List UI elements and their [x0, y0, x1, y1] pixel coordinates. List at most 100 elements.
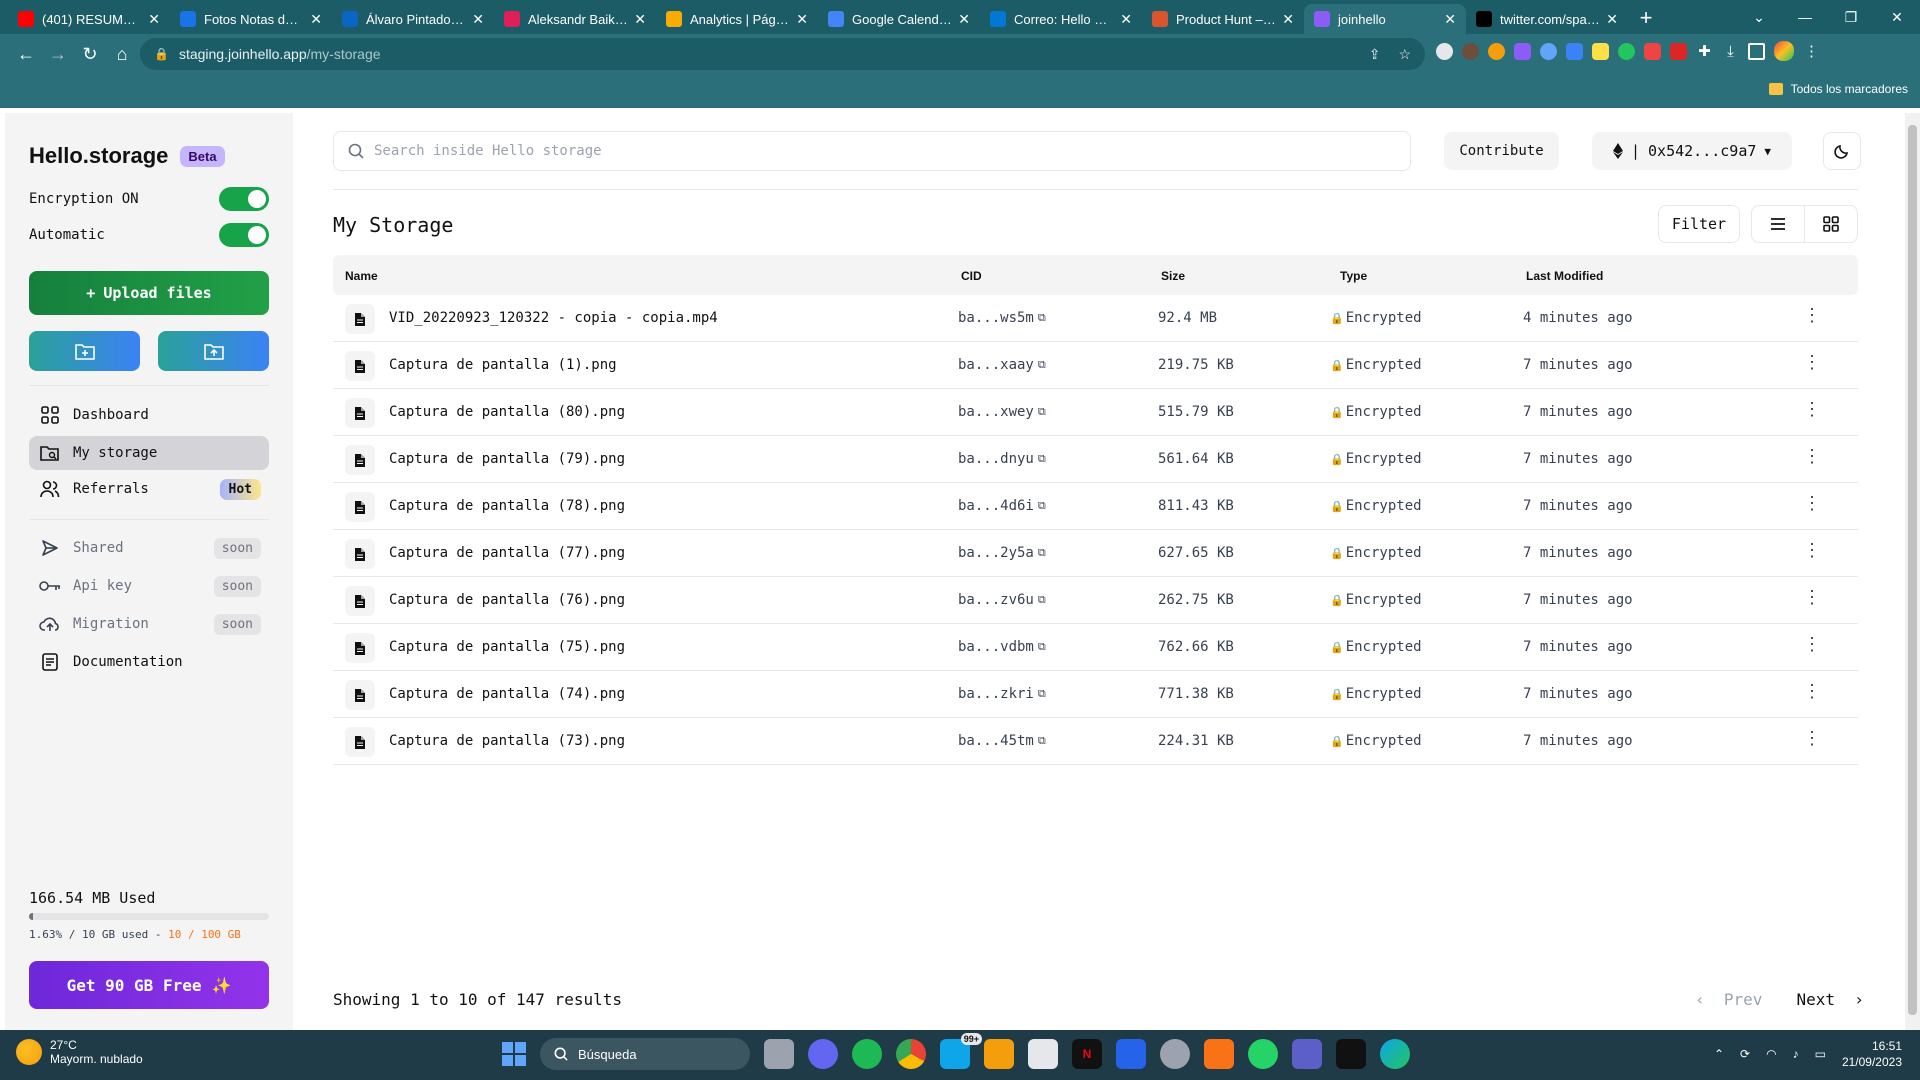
new-folder-button[interactable] [29, 331, 140, 371]
table-row[interactable]: Captura de pantalla (79).png ba...dnyu ⧉ 56… [333, 436, 1858, 483]
prev-page-button[interactable]: ‹ Prev [1695, 990, 1762, 1009]
task-view-icon[interactable] [764, 1039, 794, 1069]
browser-menu-icon[interactable]: ⋮ [1803, 43, 1820, 60]
browser-tab[interactable]: joinhello ✕ [1304, 4, 1466, 34]
tab-close-icon[interactable]: ✕ [958, 11, 970, 28]
browser-tab[interactable]: Correo: Hello Decentralized ✕ [980, 4, 1142, 34]
row-menu-icon[interactable]: ⋮ [1803, 587, 1821, 608]
clock[interactable]: 16:51 21/09/2023 [1842, 1038, 1902, 1070]
file-name[interactable]: Captura de pantalla (74).png [389, 686, 625, 702]
close-window-button[interactable]: ✕ [1874, 0, 1920, 34]
profile-avatar[interactable] [1774, 41, 1794, 61]
side-panel-icon[interactable] [1748, 42, 1765, 60]
table-row[interactable]: Captura de pantalla (73).png ba...45tm ⧉ 22… [333, 718, 1858, 765]
bookmark-star-icon[interactable]: ☆ [1398, 46, 1411, 63]
whatsapp-icon[interactable] [1248, 1039, 1278, 1069]
table-row[interactable]: Captura de pantalla (76).png ba...zv6u ⧉ 26… [333, 577, 1858, 624]
home-button[interactable]: ⌂ [106, 38, 138, 70]
tab-close-icon[interactable]: ✕ [148, 11, 160, 28]
row-menu-icon[interactable]: ⋮ [1803, 352, 1821, 373]
row-menu-icon[interactable]: ⋮ [1803, 634, 1821, 655]
teams-chat-icon[interactable] [808, 1039, 838, 1069]
row-menu-icon[interactable]: ⋮ [1803, 399, 1821, 420]
page-scrollbar[interactable] [1905, 113, 1920, 1030]
tab-close-icon[interactable]: ✕ [472, 11, 484, 28]
extensions-puzzle-icon[interactable]: ✚ [1696, 43, 1713, 60]
copy-icon[interactable]: ⧉ [1038, 687, 1046, 701]
netflix-icon[interactable]: N [1072, 1039, 1102, 1069]
browser-tab[interactable]: Analytics | Página principal ✕ [656, 4, 818, 34]
wallet-button[interactable]: | 0x542...c9a7 ▼ [1592, 132, 1792, 170]
row-menu-icon[interactable]: ⋮ [1803, 728, 1821, 749]
row-menu-icon[interactable]: ⋮ [1803, 493, 1821, 514]
browser-tab[interactable]: Aleksandr Baikalov ✕ [494, 4, 656, 34]
file-name[interactable]: Captura de pantalla (79).png [389, 451, 625, 467]
sidebar-item-referrals[interactable]: Referrals Hot [29, 472, 269, 506]
tab-close-icon[interactable]: ✕ [1282, 11, 1294, 28]
taskbar-search[interactable]: Búsqueda [540, 1038, 750, 1070]
column-header-name[interactable]: Name [345, 269, 378, 283]
table-row[interactable]: Captura de pantalla (1).png ba...xaay ⧉ 219… [333, 342, 1858, 389]
file-name[interactable]: Captura de pantalla (78).png [389, 498, 625, 514]
sidebar-item-my-storage[interactable]: My storage [29, 436, 269, 470]
reload-button[interactable]: ↻ [74, 38, 106, 70]
table-row[interactable]: Captura de pantalla (75).png ba...vdbm ⧉ 76… [333, 624, 1858, 671]
tab-search-icon[interactable]: ⌄ [1736, 0, 1782, 34]
table-row[interactable]: Captura de pantalla (77).png ba...2y5a ⧉ 62… [333, 530, 1858, 577]
file-name[interactable]: Captura de pantalla (1).png [389, 357, 617, 373]
copy-icon[interactable]: ⧉ [1038, 640, 1046, 654]
weather-widget[interactable]: 27°C Mayorm. nublado [16, 1038, 143, 1066]
copy-icon[interactable]: ⧉ [1038, 311, 1046, 325]
sidebar-item-documentation[interactable]: Documentation [29, 645, 269, 679]
encryption-toggle[interactable] [219, 187, 269, 211]
new-tab-button[interactable]: + [1628, 4, 1664, 34]
column-header-size[interactable]: Size [1161, 269, 1185, 283]
sidebar-item-migration[interactable]: Migration soon [29, 607, 269, 641]
row-menu-icon[interactable]: ⋮ [1803, 681, 1821, 702]
file-name[interactable]: Captura de pantalla (76).png [389, 592, 625, 608]
column-header-last-modified[interactable]: Last Modified [1526, 269, 1603, 283]
browser-tab[interactable]: Álvaro Pintado Santaella ✕ [332, 4, 494, 34]
extension-icon[interactable] [1670, 42, 1687, 60]
table-row[interactable]: VID_20220923_120322 - copia - copia.mp4 b… [333, 295, 1858, 342]
minimize-button[interactable]: — [1782, 0, 1828, 34]
vscode-icon[interactable] [1116, 1039, 1146, 1069]
tab-close-icon[interactable]: ✕ [796, 11, 808, 28]
extension-icon[interactable] [1618, 42, 1635, 60]
column-header-cid[interactable]: CID [961, 269, 982, 283]
extension-icon[interactable] [1566, 42, 1583, 60]
chevron-up-icon[interactable]: ⌃ [1714, 1047, 1724, 1061]
row-menu-icon[interactable]: ⋮ [1803, 446, 1821, 467]
copy-icon[interactable]: ⧉ [1038, 358, 1046, 372]
store-icon[interactable] [1028, 1039, 1058, 1069]
table-row[interactable]: Captura de pantalla (78).png ba...4d6i ⧉ 81… [333, 483, 1858, 530]
column-header-type[interactable]: Type [1340, 269, 1367, 283]
address-bar[interactable]: 🔒 staging.joinhello.app/my-storage ⇪ ☆ [140, 38, 1425, 70]
file-explorer-icon[interactable] [984, 1039, 1014, 1069]
browser-tab[interactable]: Google Calendar - Semana ✕ [818, 4, 980, 34]
search-bar[interactable] [333, 131, 1411, 171]
analytics-icon[interactable] [1204, 1039, 1234, 1069]
scrollbar-thumb[interactable] [1908, 125, 1917, 1015]
back-button[interactable]: ← [10, 38, 42, 70]
extension-icon[interactable] [1462, 42, 1479, 60]
automatic-toggle[interactable] [219, 223, 269, 247]
next-page-button[interactable]: Next › [1796, 990, 1863, 1009]
file-name[interactable]: VID_20220923_120322 - copia - copia.mp4 [389, 310, 718, 326]
extension-icon[interactable] [1514, 42, 1531, 60]
grid-view-button[interactable] [1804, 206, 1857, 242]
browser-tab[interactable]: twitter.com/spaces ✕ [1466, 4, 1628, 34]
volume-icon[interactable]: ♪ [1793, 1047, 1799, 1061]
terminal-icon[interactable] [1336, 1039, 1366, 1069]
copy-icon[interactable]: ⧉ [1038, 546, 1046, 560]
browser-tab[interactable]: Fotos Notas de Prensa ✕ [170, 4, 332, 34]
all-bookmarks-folder[interactable]: Todos los marcadores [1768, 82, 1908, 96]
file-name[interactable]: Captura de pantalla (73).png [389, 733, 625, 749]
copy-icon[interactable]: ⧉ [1038, 499, 1046, 513]
wifi-icon[interactable]: ◠ [1766, 1047, 1776, 1061]
teams-icon[interactable] [1292, 1039, 1322, 1069]
file-name[interactable]: Captura de pantalla (75).png [389, 639, 625, 655]
edge-icon[interactable] [1380, 1039, 1410, 1069]
extension-icon[interactable] [1592, 42, 1609, 60]
get-free-storage-button[interactable]: Get 90 GB Free ✨ [29, 961, 269, 1009]
